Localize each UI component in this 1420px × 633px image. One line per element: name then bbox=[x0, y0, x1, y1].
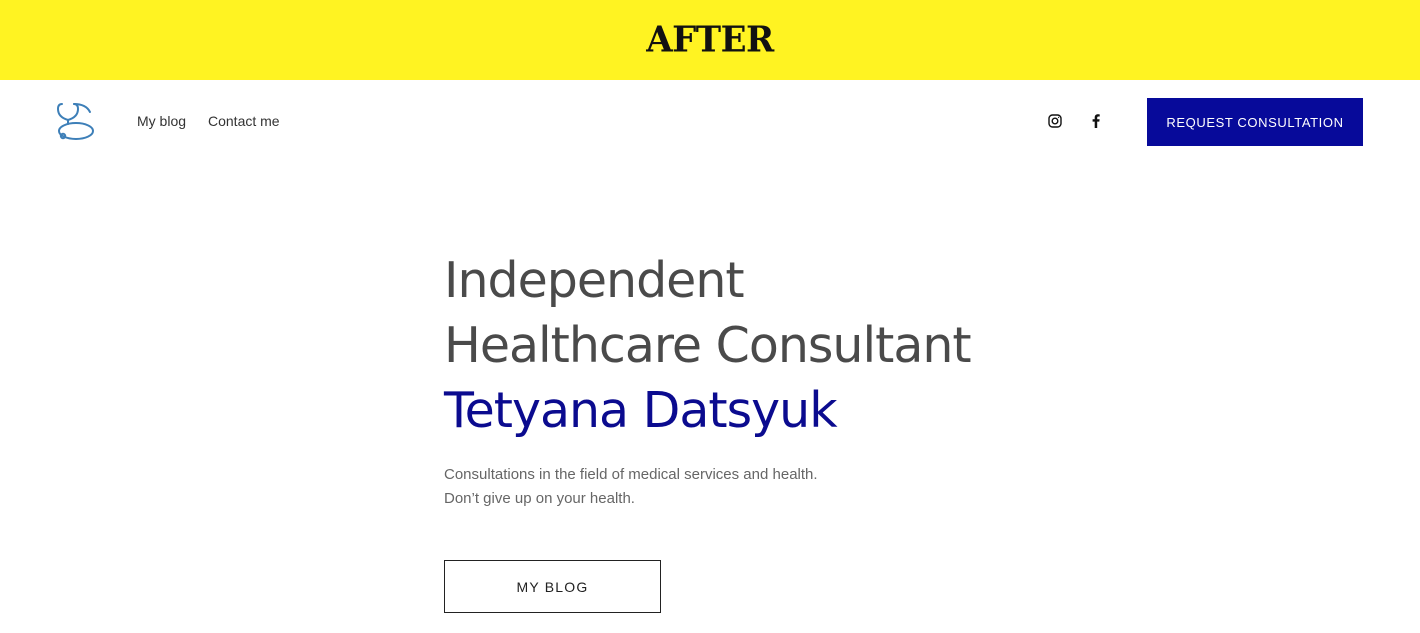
hero-line-independent: Independent bbox=[444, 252, 745, 309]
hero-consultant-name: Tetyana Datsyuk bbox=[444, 382, 838, 439]
hero-subtitle-line-1: Consultations in the field of medical se… bbox=[444, 466, 818, 483]
site-header: My blog Contact me REQUEST CONSULTATION bbox=[0, 80, 1420, 164]
stethoscope-icon[interactable] bbox=[54, 100, 98, 144]
hero-subtitle: Consultations in the field of medical se… bbox=[444, 463, 818, 511]
hero-heading: Independent Healthcare Consultant Tetyan… bbox=[444, 248, 1144, 443]
facebook-icon[interactable] bbox=[1088, 113, 1104, 129]
my-blog-button[interactable]: MY BLOG bbox=[444, 560, 661, 613]
request-consultation-button[interactable]: REQUEST CONSULTATION bbox=[1147, 98, 1363, 146]
nav-contact-me-link[interactable]: Contact me bbox=[208, 113, 280, 129]
hero-line-healthcare-consultant: Healthcare Consultant bbox=[444, 317, 972, 374]
nav-my-blog-link[interactable]: My blog bbox=[137, 113, 186, 129]
hero-subtitle-line-2: Don’t give up on your health. bbox=[444, 490, 635, 507]
banner-label: AFTER bbox=[646, 19, 774, 61]
after-banner: AFTER bbox=[0, 0, 1420, 80]
instagram-icon[interactable] bbox=[1047, 113, 1063, 129]
